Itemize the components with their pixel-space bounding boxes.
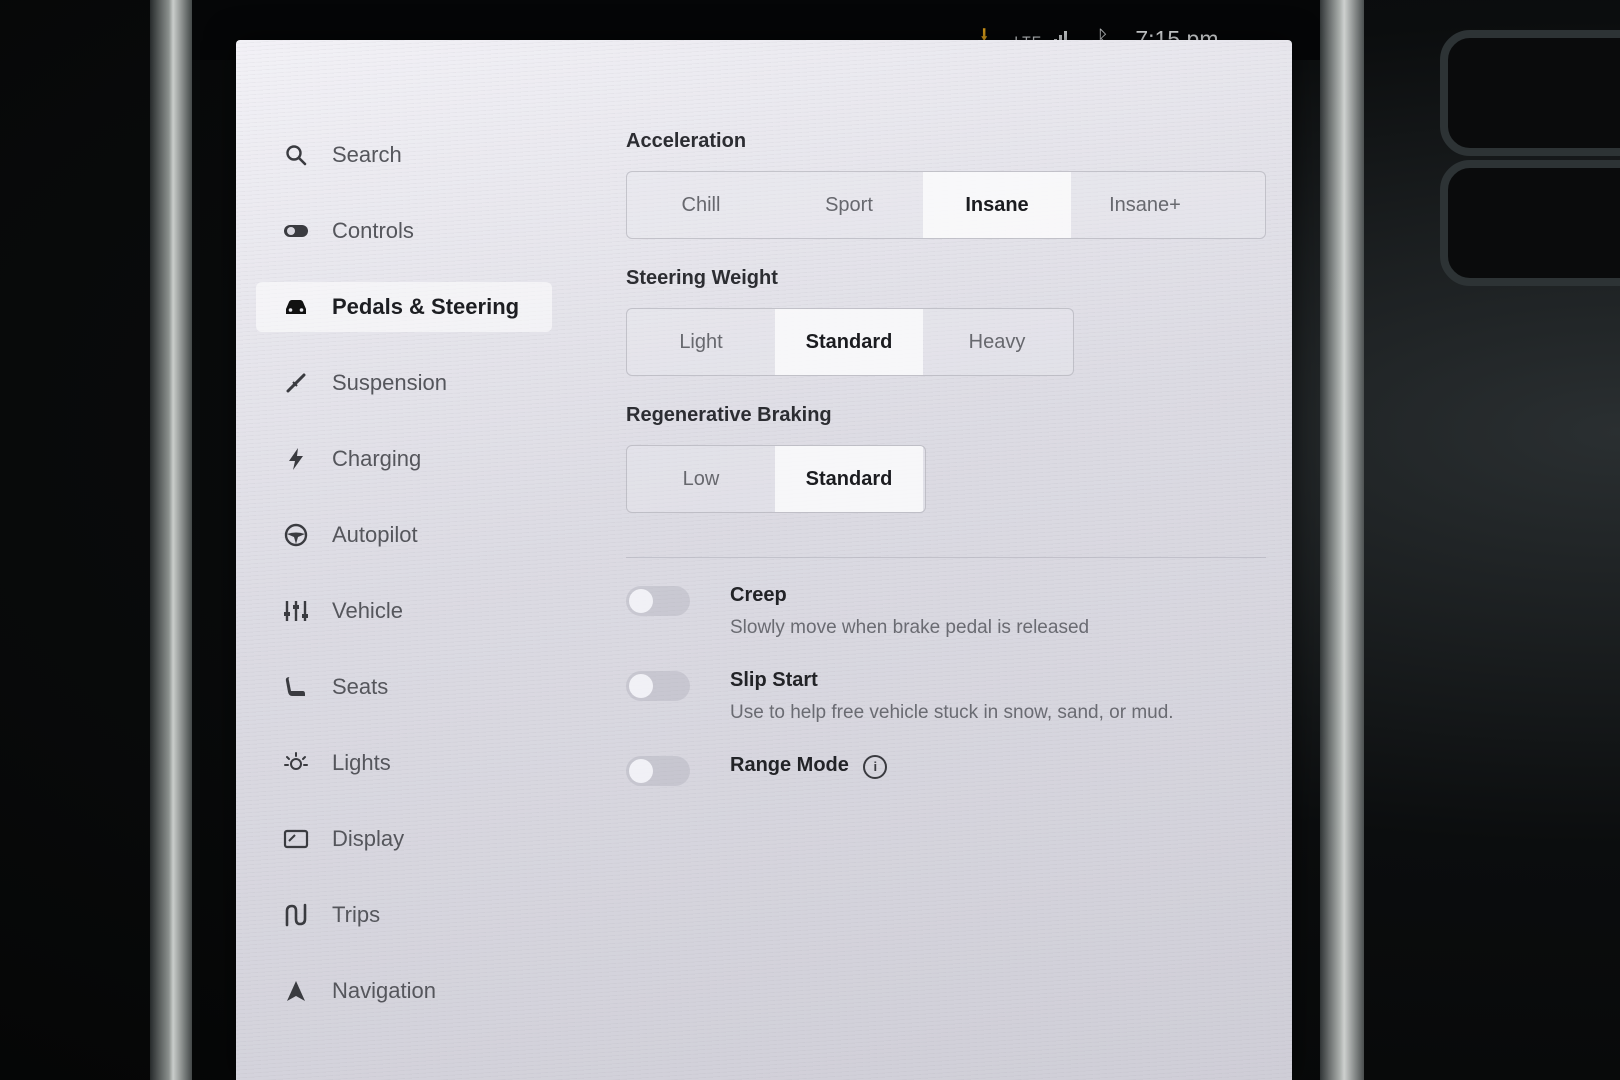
air-vent-lower — [1440, 160, 1620, 286]
steering-wheel-icon — [282, 521, 310, 549]
settings-content: Acceleration Chill Sport Insane Insane+ … — [626, 130, 1266, 816]
sidebar-item-vehicle[interactable]: Vehicle — [256, 586, 576, 636]
creep-toggle[interactable] — [626, 586, 690, 616]
range-mode-toggle[interactable] — [626, 756, 690, 786]
acceleration-title: Acceleration — [626, 130, 747, 152]
sidebar-item-label: Charging — [332, 446, 422, 471]
regen-option-standard[interactable]: Standard — [775, 446, 923, 512]
search-icon — [282, 141, 310, 169]
regenerative-braking-title: Regenerative Braking — [626, 404, 832, 426]
settings-sidebar: Search Controls Pedals & Steering Suspen… — [256, 130, 576, 1042]
right-trim — [1320, 0, 1364, 1080]
sidebar-item-label: Autopilot — [332, 522, 418, 547]
sidebar-item-label: Trips — [332, 902, 381, 927]
sidebar-item-label: Search — [332, 142, 402, 167]
acceleration-option-insane[interactable]: Insane — [923, 172, 1071, 238]
creep-title: Creep — [730, 584, 787, 606]
trips-icon — [282, 901, 310, 929]
sidebar-item-label: Controls — [332, 218, 414, 243]
acceleration-option-sport[interactable]: Sport — [775, 172, 923, 238]
sidebar-item-display[interactable]: Display — [256, 814, 576, 864]
sidebar-item-label: Pedals & Steering — [332, 294, 520, 319]
regenerative-braking-selector: Low Standard — [626, 445, 926, 513]
settings-panel: Search Controls Pedals & Steering Suspen… — [236, 40, 1292, 1080]
steering-option-light[interactable]: Light — [627, 309, 775, 375]
suspension-icon — [282, 369, 310, 397]
sidebar-item-charging[interactable]: Charging — [256, 434, 576, 484]
sidebar-item-controls[interactable]: Controls — [256, 206, 576, 256]
slip-start-description: Use to help free vehicle stuck in snow, … — [730, 702, 1174, 723]
car-icon — [282, 293, 310, 321]
sidebar-item-label: Seats — [332, 674, 389, 699]
sidebar-item-suspension[interactable]: Suspension — [256, 358, 576, 408]
display-icon — [282, 825, 310, 853]
section-divider — [626, 557, 1266, 558]
light-icon — [282, 749, 310, 777]
slip-start-toggle[interactable] — [626, 671, 690, 701]
sidebar-item-label: Vehicle — [332, 598, 403, 623]
toggle-knob — [629, 589, 653, 613]
toggle-icon — [282, 217, 310, 245]
steering-option-heavy[interactable]: Heavy — [923, 309, 1071, 375]
sidebar-item-label: Lights — [332, 750, 391, 775]
info-icon[interactable]: i — [863, 754, 888, 779]
left-trim — [150, 0, 192, 1080]
steering-option-standard[interactable]: Standard — [775, 309, 923, 375]
regen-option-low[interactable]: Low — [627, 446, 775, 512]
navigation-icon — [282, 977, 310, 1005]
sidebar-item-trips[interactable]: Trips — [256, 890, 576, 940]
creep-description: Slowly move when brake pedal is released — [730, 617, 1090, 638]
seat-icon — [282, 673, 310, 701]
steering-weight-title: Steering Weight — [626, 267, 778, 289]
sidebar-item-seats[interactable]: Seats — [256, 662, 576, 712]
sliders-icon — [282, 597, 310, 625]
slip-start-setting: Slip Start Use to help free vehicle stuc… — [626, 669, 1266, 724]
acceleration-selector: Chill Sport Insane Insane+ — [626, 171, 1266, 239]
range-mode-title: Range Mode — [730, 754, 849, 776]
air-vent-upper — [1440, 30, 1620, 156]
steering-weight-selector: Light Standard Heavy — [626, 308, 1074, 376]
sidebar-item-label: Suspension — [332, 370, 447, 395]
toggle-knob — [629, 759, 653, 783]
sidebar-item-pedals-steering[interactable]: Pedals & Steering — [256, 282, 552, 332]
sidebar-item-autopilot[interactable]: Autopilot — [256, 510, 576, 560]
lightning-icon — [282, 445, 310, 473]
range-mode-setting: Range Mode i — [626, 754, 1266, 786]
sidebar-item-label: Navigation — [332, 978, 436, 1003]
creep-setting: Creep Slowly move when brake pedal is re… — [626, 584, 1266, 639]
sidebar-item-lights[interactable]: Lights — [256, 738, 576, 788]
acceleration-option-insane-plus[interactable]: Insane+ — [1071, 172, 1219, 238]
sidebar-item-label: Display — [332, 826, 405, 851]
sidebar-item-search[interactable]: Search — [256, 130, 576, 180]
toggle-knob — [629, 674, 653, 698]
sidebar-item-navigation[interactable]: Navigation — [256, 966, 576, 1016]
slip-start-title: Slip Start — [730, 669, 818, 691]
acceleration-option-chill[interactable]: Chill — [627, 172, 775, 238]
